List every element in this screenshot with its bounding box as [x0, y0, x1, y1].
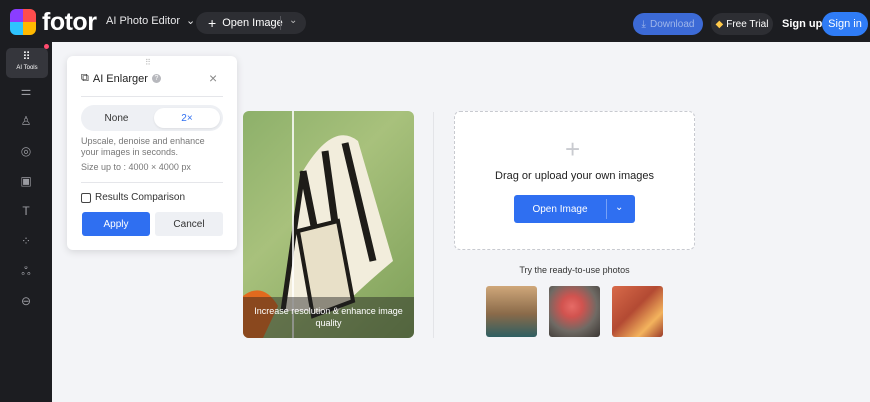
- frame-icon[interactable]: ▣: [0, 174, 52, 188]
- scale-option-none[interactable]: None: [81, 105, 152, 131]
- notification-dot: [44, 44, 49, 49]
- help-icon[interactable]: ?: [151, 74, 161, 83]
- panel-description: Upscale, denoise and enhance your images…: [81, 136, 205, 157]
- sidebar-item-ai-tools[interactable]: ⠿ AI Tools: [6, 48, 48, 78]
- elements-icon[interactable]: ⁘: [0, 234, 52, 248]
- left-sidebar: ⠿ AI Tools ⚌ ♙ ◎ ▣ T ⁘ ஃ ⊖: [0, 42, 52, 402]
- sign-up-link[interactable]: Sign up: [782, 18, 822, 30]
- sign-in-button[interactable]: Sign in: [822, 12, 868, 36]
- download-icon: ⤓: [641, 18, 646, 30]
- plus-icon: +: [565, 134, 581, 164]
- ai-enlarger-panel: ⠿ ⧉ AI Enlarger ? × None 2× Upscale, den…: [67, 56, 237, 250]
- divider: [81, 96, 223, 97]
- grid-icon: ⠿: [22, 51, 32, 63]
- open-image-top-label: Open Image: [222, 17, 283, 29]
- diamond-icon: ◆: [715, 18, 724, 30]
- results-comparison-checkbox[interactable]: Results Comparison: [81, 192, 185, 203]
- sample-photo-flowers[interactable]: [549, 286, 600, 337]
- ai-tools-label: AI Tools: [16, 65, 38, 71]
- apply-button[interactable]: Apply: [82, 212, 150, 236]
- vertical-divider: [433, 112, 434, 338]
- panel-title-text: AI Enlarger: [92, 72, 148, 85]
- upload-prompt: Drag or upload your own images: [495, 170, 654, 182]
- sample-photo-alley[interactable]: [612, 286, 663, 337]
- free-trial-label: Free Trial: [726, 18, 769, 30]
- enlarge-icon: ⧉: [81, 72, 89, 84]
- effects-icon[interactable]: ஃ: [0, 264, 52, 280]
- try-photos-label: Try the ready-to-use photos: [519, 265, 630, 275]
- eye-icon[interactable]: ◎: [0, 144, 52, 158]
- chevron-down-icon: ⌄: [186, 15, 196, 27]
- scale-option-2x[interactable]: 2×: [154, 108, 220, 128]
- results-comparison-label: Results Comparison: [95, 192, 186, 203]
- open-image-label: Open Image: [532, 203, 588, 215]
- logo-text: fotor: [42, 7, 97, 36]
- logo-mark-icon: [10, 9, 36, 35]
- open-image-button[interactable]: Open Image ⌄: [514, 195, 635, 223]
- separator: [280, 16, 281, 30]
- download-button[interactable]: ⤓ Download: [633, 13, 703, 35]
- cancel-button[interactable]: Cancel: [155, 212, 223, 236]
- sample-image-card[interactable]: Increase resolution & enhance image qual…: [243, 111, 414, 338]
- chevron-down-icon[interactable]: ⌄: [615, 202, 623, 213]
- drag-handle-icon[interactable]: ⠿: [145, 58, 152, 67]
- download-label: Download: [649, 18, 695, 30]
- chevron-down-icon[interactable]: ⌄: [289, 15, 297, 26]
- text-icon[interactable]: T: [0, 204, 52, 218]
- close-icon[interactable]: ×: [209, 70, 217, 86]
- beauty-icon[interactable]: ♙: [0, 114, 52, 128]
- scale-segmented-control: None 2×: [81, 105, 223, 131]
- separator: [606, 199, 607, 219]
- size-limit-text: Size up to : 4000 × 4000 px: [81, 162, 191, 172]
- panel-title: ⧉ AI Enlarger ?: [81, 72, 161, 85]
- sample-caption: Increase resolution & enhance image qual…: [243, 297, 414, 338]
- divider: [81, 182, 223, 183]
- sample-photo-venice[interactable]: [486, 286, 537, 337]
- ai-photo-editor-menu[interactable]: AI Photo Editor ⌄: [106, 14, 196, 28]
- free-trial-button[interactable]: ◆ Free Trial: [711, 13, 773, 35]
- more-icon[interactable]: ⊖: [0, 294, 52, 308]
- editor-menu-label: AI Photo Editor: [106, 14, 180, 27]
- checkbox-box[interactable]: [81, 192, 91, 203]
- top-bar: fotor AI Photo Editor ⌄ + Open Image ⌄ ⤓…: [0, 0, 870, 42]
- plus-icon: +: [208, 15, 217, 31]
- fotor-logo[interactable]: fotor: [10, 8, 118, 36]
- open-image-top-button[interactable]: + Open Image ⌄: [196, 12, 306, 34]
- adjust-icon[interactable]: ⚌: [0, 84, 52, 98]
- upload-dropzone[interactable]: + Drag or upload your own images Open Im…: [454, 111, 695, 250]
